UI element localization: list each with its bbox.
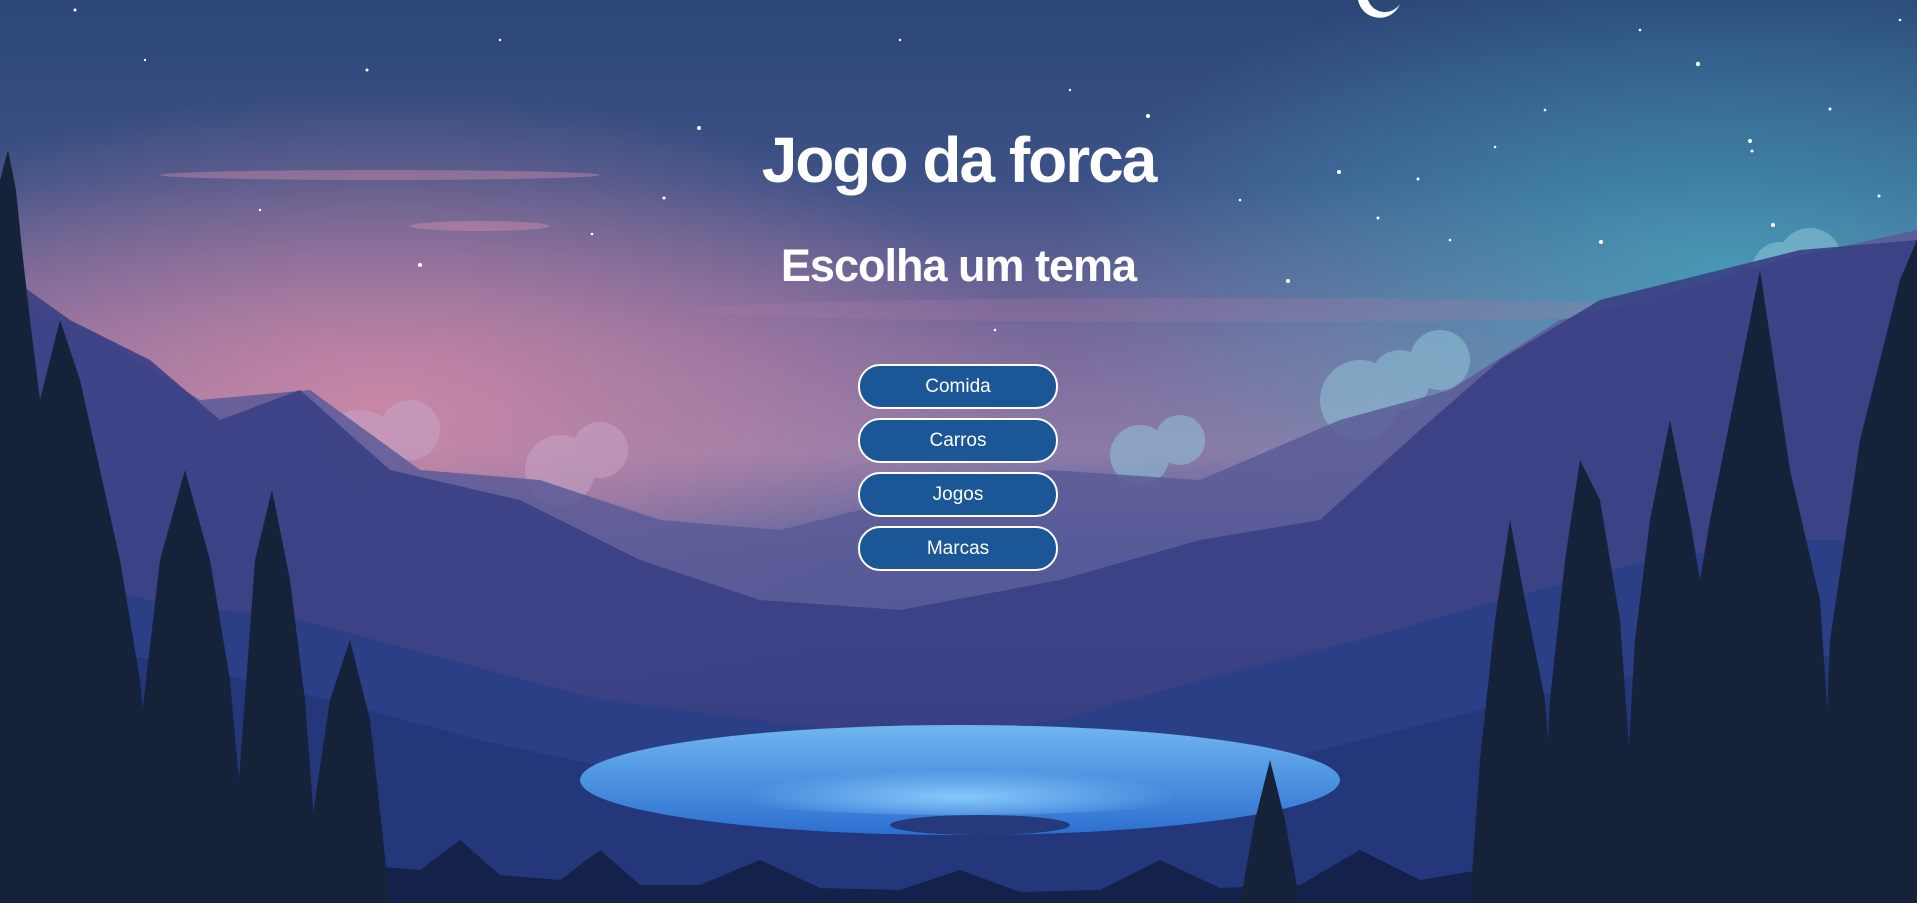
theme-button-marcas[interactable]: Marcas: [858, 526, 1058, 571]
theme-button-comida[interactable]: Comida: [858, 364, 1058, 409]
game-title: Jogo da forca: [761, 124, 1158, 196]
start-screen: Jogo da forca Escolha um tema Comida Car…: [0, 0, 1917, 903]
theme-button-jogos[interactable]: Jogos: [858, 472, 1058, 517]
theme-button-list: Comida Carros Jogos Marcas: [858, 364, 1058, 580]
theme-button-carros[interactable]: Carros: [858, 418, 1058, 463]
choose-theme-heading: Escolha um tema: [780, 240, 1137, 291]
